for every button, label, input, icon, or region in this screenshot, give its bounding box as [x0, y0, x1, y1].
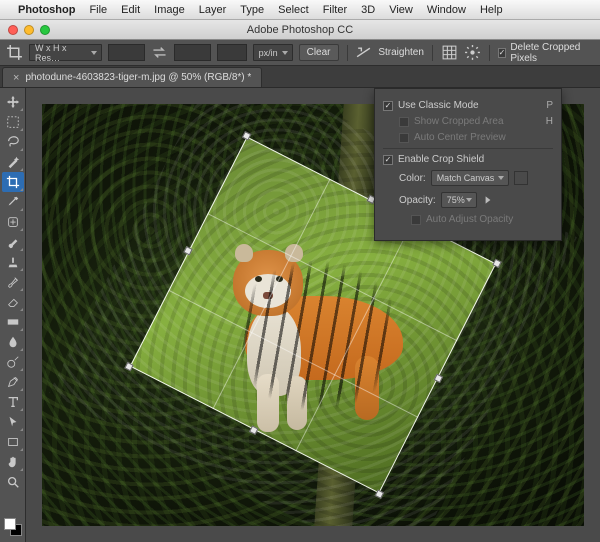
checkbox-checked-icon: ✓: [498, 48, 507, 58]
foreground-color-swatch[interactable]: [4, 518, 16, 530]
auto-center-preview-row: Auto Center Preview: [383, 132, 553, 143]
magic-wand-tool[interactable]: [2, 152, 24, 172]
shield-color-row[interactable]: Color: Match Canvas: [383, 170, 553, 186]
use-classic-mode-row[interactable]: ✓ Use Classic Mode P: [383, 100, 553, 111]
menu-layer[interactable]: Layer: [199, 4, 227, 16]
crop-resolution-input[interactable]: [217, 44, 247, 61]
document-canvas[interactable]: ✓ Use Classic Mode P Show Cropped Area H…: [26, 88, 600, 542]
eraser-tool[interactable]: [2, 292, 24, 312]
divider: [432, 45, 433, 61]
crop-width-input[interactable]: [108, 44, 145, 61]
close-tab-icon[interactable]: ×: [13, 72, 19, 84]
rectangle-tool[interactable]: [2, 432, 24, 452]
clear-button[interactable]: Clear: [299, 44, 339, 61]
straighten-icon[interactable]: [355, 44, 372, 62]
auto-adjust-opacity-row: Auto Adjust Opacity: [383, 214, 553, 225]
auto-adjust-opacity-label: Auto Adjust Opacity: [426, 214, 553, 225]
window-title: Adobe Photoshop CC: [247, 24, 353, 36]
menu-filter[interactable]: Filter: [323, 4, 347, 16]
pen-tool[interactable]: [2, 372, 24, 392]
menu-file[interactable]: File: [89, 4, 107, 16]
divider: [489, 45, 490, 61]
document-tab-label: photodune-4603823-tiger-m.jpg @ 50% (RGB…: [25, 72, 251, 83]
workspace: ✓ Use Classic Mode P Show Cropped Area H…: [0, 88, 600, 542]
menu-view[interactable]: View: [389, 4, 413, 16]
menu-3d[interactable]: 3D: [361, 4, 375, 16]
document-tab[interactable]: × photodune-4603823-tiger-m.jpg @ 50% (R…: [2, 67, 262, 87]
menu-select[interactable]: Select: [278, 4, 309, 16]
show-cropped-area-label: Show Cropped Area: [414, 116, 541, 127]
menu-image[interactable]: Image: [154, 4, 185, 16]
crop-settings-panel: ✓ Use Classic Mode P Show Cropped Area H…: [374, 88, 562, 241]
show-cropped-area-row: Show Cropped Area H: [383, 116, 553, 127]
checkbox-unchecked-icon: [399, 133, 409, 143]
document-tab-bar: × photodune-4603823-tiger-m.jpg @ 50% (R…: [0, 66, 600, 88]
menu-edit[interactable]: Edit: [121, 4, 140, 16]
move-tool[interactable]: [2, 92, 24, 112]
shield-color-label: Color:: [399, 173, 426, 184]
delete-cropped-pixels-checkbox[interactable]: ✓ Delete Cropped Pixels: [498, 42, 594, 64]
shield-opacity-label: Opacity:: [399, 195, 436, 206]
delete-cropped-label: Delete Cropped Pixels: [510, 42, 594, 64]
crop-settings-gear-icon[interactable]: [464, 44, 481, 62]
crop-options-bar: W x H x Res… px/in Clear Straighten ✓ De…: [0, 40, 600, 66]
chevron-right-icon[interactable]: [482, 191, 494, 209]
zoom-tool[interactable]: [2, 472, 24, 492]
crop-height-input[interactable]: [174, 44, 211, 61]
window-titlebar: Adobe Photoshop CC: [0, 20, 600, 40]
checkbox-checked-icon: ✓: [383, 101, 393, 111]
aspect-ratio-preset[interactable]: W x H x Res…: [29, 44, 102, 61]
shield-opacity-row[interactable]: Opacity: 75%: [383, 191, 553, 209]
menubar-app[interactable]: Photoshop: [18, 4, 75, 16]
divider: [383, 148, 553, 149]
type-tool[interactable]: [2, 392, 24, 412]
brush-tool[interactable]: [2, 232, 24, 252]
macos-menubar: Photoshop File Edit Image Layer Type Sel…: [0, 0, 600, 20]
shortcut-key: P: [546, 100, 553, 111]
shortcut-key: H: [546, 116, 553, 127]
eyedropper-tool[interactable]: [2, 192, 24, 212]
crop-overlay-icon[interactable]: [441, 44, 458, 62]
lasso-tool[interactable]: [2, 132, 24, 152]
use-classic-mode-label: Use Classic Mode: [398, 100, 541, 111]
blur-tool[interactable]: [2, 332, 24, 352]
marquee-tool[interactable]: [2, 112, 24, 132]
hand-tool[interactable]: [2, 452, 24, 472]
resolution-unit-select[interactable]: px/in: [253, 44, 293, 61]
menu-help[interactable]: Help: [480, 4, 503, 16]
dodge-tool[interactable]: [2, 352, 24, 372]
straighten-label[interactable]: Straighten: [378, 47, 424, 58]
menu-type[interactable]: Type: [240, 4, 264, 16]
auto-center-preview-label: Auto Center Preview: [414, 132, 553, 143]
tools-panel: [0, 88, 26, 542]
crop-tool-icon[interactable]: [6, 44, 23, 62]
shield-color-select[interactable]: Match Canvas: [431, 170, 510, 186]
checkbox-checked-icon: ✓: [383, 155, 393, 165]
menu-window[interactable]: Window: [427, 4, 466, 16]
gradient-tool[interactable]: [2, 312, 24, 332]
enable-crop-shield-label: Enable Crop Shield: [398, 154, 553, 165]
crop-tool[interactable]: [2, 172, 24, 192]
clone-stamp-tool[interactable]: [2, 252, 24, 272]
checkbox-unchecked-icon: [411, 215, 421, 225]
shield-color-swatch[interactable]: [514, 171, 528, 185]
window-minimize-icon[interactable]: [24, 25, 34, 35]
enable-crop-shield-row[interactable]: ✓ Enable Crop Shield: [383, 154, 553, 165]
divider: [347, 45, 348, 61]
shield-opacity-field[interactable]: 75%: [441, 192, 477, 208]
color-swatches[interactable]: [4, 518, 22, 536]
healing-brush-tool[interactable]: [2, 212, 24, 232]
swap-dimensions-icon[interactable]: [151, 44, 168, 62]
window-zoom-icon[interactable]: [40, 25, 50, 35]
history-brush-tool[interactable]: [2, 272, 24, 292]
window-close-icon[interactable]: [8, 25, 18, 35]
path-selection-tool[interactable]: [2, 412, 24, 432]
checkbox-unchecked-icon: [399, 117, 409, 127]
